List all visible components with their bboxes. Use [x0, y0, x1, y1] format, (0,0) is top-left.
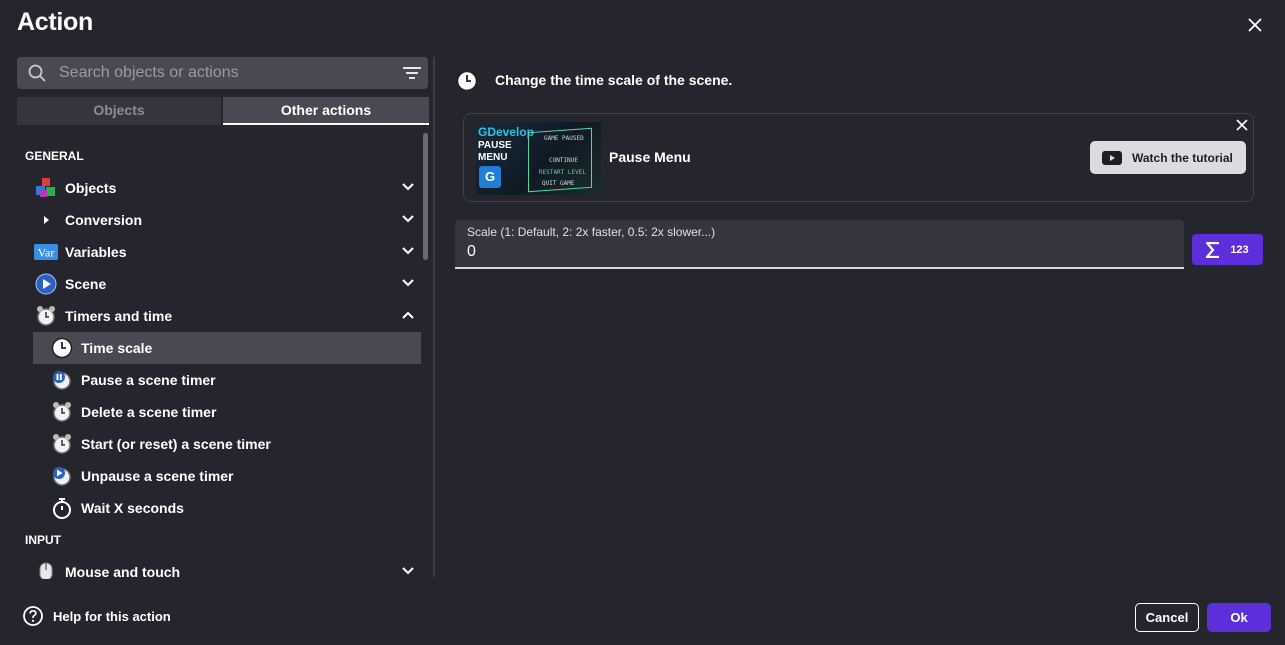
- action-label: Delete a scene timer: [81, 404, 217, 420]
- expression-button-label: 123: [1230, 243, 1249, 256]
- scale-field-value[interactable]: 0: [467, 243, 476, 261]
- chevron-down-icon: [402, 183, 414, 191]
- youtube-icon: [1102, 150, 1122, 165]
- thumb-heading: PAUSE MENU: [478, 140, 512, 164]
- tab-objects[interactable]: Objects: [17, 97, 221, 125]
- action-description: Change the time scale of the scene.: [495, 72, 733, 88]
- thumb-logo-text: GDevelop: [478, 125, 535, 139]
- group-label: Timers and time: [65, 308, 173, 324]
- group-scene[interactable]: Scene: [33, 268, 421, 300]
- ok-button[interactable]: Ok: [1207, 603, 1271, 632]
- tab-bar: Objects Other actions: [17, 97, 429, 125]
- help-link[interactable]: Help for this action: [23, 606, 171, 626]
- expression-builder-button[interactable]: 123: [1192, 234, 1263, 265]
- dialog-title: Action: [17, 8, 93, 36]
- list-scrollbar[interactable]: [423, 133, 428, 260]
- chevron-down-icon: [402, 567, 414, 575]
- action-label: Time scale: [81, 340, 153, 356]
- actions-list: GENERAL Objects Conversion Var Variables: [17, 133, 421, 579]
- action-label: Start (or reset) a scene timer: [81, 436, 271, 452]
- thumb-continue: CONTINUE: [549, 157, 578, 164]
- sigma-icon: [1206, 241, 1220, 258]
- group-objects[interactable]: Objects: [33, 172, 421, 204]
- arrow-right-icon: [34, 208, 58, 232]
- action-wait-x-seconds[interactable]: Wait X seconds: [33, 492, 421, 524]
- scale-field[interactable]: Scale (1: Default, 2: 2x faster, 0.5: 2x…: [455, 220, 1184, 269]
- mouse-icon: [34, 560, 58, 579]
- group-conversion[interactable]: Conversion: [33, 204, 421, 236]
- help-circle-icon: [23, 606, 43, 626]
- action-time-scale[interactable]: Time scale: [33, 332, 421, 364]
- group-label: Conversion: [65, 212, 143, 228]
- action-start-reset-scene-timer[interactable]: Start (or reset) a scene timer: [33, 428, 421, 460]
- unpause-timer-icon: [50, 464, 74, 488]
- tutorial-thumbnail: GDevelop PAUSE MENU G GAME PAUSED CONTIN…: [476, 122, 601, 195]
- search-bar: [17, 57, 428, 89]
- alarm-clock-icon: [34, 304, 58, 328]
- alarm-clock-icon: [50, 400, 74, 424]
- section-input: INPUT: [25, 533, 61, 547]
- thumb-quit: QUIT GAME: [542, 180, 575, 187]
- action-delete-scene-timer[interactable]: Delete a scene timer: [33, 396, 421, 428]
- clock-icon: [456, 70, 478, 97]
- watch-tutorial-button[interactable]: Watch the tutorial: [1090, 141, 1246, 174]
- stopwatch-icon: [50, 496, 74, 520]
- close-icon[interactable]: [1236, 119, 1248, 131]
- action-label: Wait X seconds: [81, 500, 184, 516]
- scene-play-icon: [34, 272, 58, 296]
- close-dialog-button[interactable]: [1243, 13, 1267, 37]
- gdevelop-logo-icon: G: [479, 166, 501, 188]
- group-timers-and-time[interactable]: Timers and time: [33, 300, 421, 332]
- pause-timer-icon: [50, 368, 74, 392]
- tab-other-actions[interactable]: Other actions: [223, 97, 429, 125]
- var-icon: Var: [34, 240, 58, 264]
- group-variables[interactable]: Var Variables: [33, 236, 421, 268]
- action-label: Pause a scene timer: [81, 372, 216, 388]
- watch-tutorial-label: Watch the tutorial: [1132, 150, 1233, 165]
- svg-text:Var: Var: [38, 246, 55, 260]
- group-label: Objects: [65, 180, 117, 196]
- action-pause-scene-timer[interactable]: Pause a scene timer: [33, 364, 421, 396]
- thumb-heading-line: PAUSE MENU: [478, 140, 512, 163]
- tutorial-title: Pause Menu: [609, 149, 691, 165]
- tutorial-card: GDevelop PAUSE MENU G GAME PAUSED CONTIN…: [463, 113, 1254, 202]
- section-general: GENERAL: [25, 149, 84, 163]
- objects-cubes-icon: [34, 176, 58, 200]
- group-mouse-and-touch[interactable]: Mouse and touch: [33, 556, 421, 579]
- chevron-down-icon: [402, 215, 414, 223]
- thumb-game-paused: GAME PAUSED: [544, 135, 584, 142]
- close-icon: [1248, 18, 1262, 32]
- scale-field-label: Scale (1: Default, 2: 2x faster, 0.5: 2x…: [467, 225, 716, 239]
- action-label: Unpause a scene timer: [81, 468, 234, 484]
- group-label: Variables: [65, 244, 127, 260]
- help-label: Help for this action: [53, 608, 171, 624]
- panel-divider: [433, 57, 435, 577]
- chevron-up-icon: [402, 311, 414, 319]
- group-label: Mouse and touch: [65, 564, 181, 579]
- clock-icon: [50, 336, 74, 360]
- chevron-down-icon: [402, 279, 414, 287]
- thumb-restart: RESTART LEVEL: [539, 169, 586, 176]
- chevron-down-icon: [402, 247, 414, 255]
- search-input[interactable]: [59, 57, 389, 89]
- filter-icon[interactable]: [403, 66, 421, 80]
- action-unpause-scene-timer[interactable]: Unpause a scene timer: [33, 460, 421, 492]
- cancel-button[interactable]: Cancel: [1135, 603, 1199, 632]
- alarm-clock-icon: [50, 432, 74, 456]
- search-icon: [28, 64, 46, 82]
- group-label: Scene: [65, 276, 107, 292]
